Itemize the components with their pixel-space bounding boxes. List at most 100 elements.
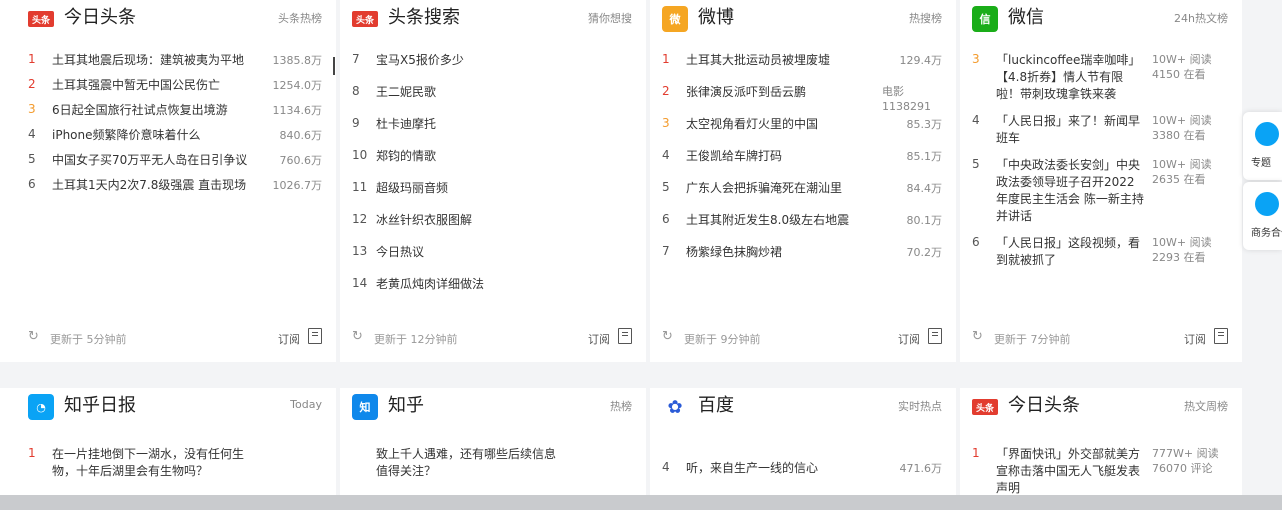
list-item[interactable]: 4 「人民日报」来了！新闻早班车 10W+ 阅读 3380 在看 (972, 113, 1228, 147)
item-title[interactable]: 宝马X5报价多少 (376, 52, 618, 69)
list-item[interactable]: 9 杜卡迪摩托 (352, 116, 632, 133)
refresh-icon[interactable]: ↻ (662, 329, 673, 344)
list-item[interactable]: 6 土耳其1天内2次7.8级强震 直击现场 1026.7万 (28, 177, 322, 194)
card-title[interactable]: 微博 (698, 5, 734, 31)
item-title[interactable]: 听，来自生产一线的信心 (686, 460, 868, 477)
subscribe-button[interactable]: 订阅 (588, 331, 610, 347)
list-item[interactable]: 1 在一片挂地倒下一湖水，没有任何生物，十年后湖里会有生物吗？ (28, 446, 322, 480)
item-metric: 10W+ 阅读 4150 在看 (1152, 53, 1212, 81)
item-title[interactable]: 土耳其1天内2次7.8级强震 直击现场 (52, 177, 248, 194)
update-time: 更新于 7分钟前 (994, 333, 1071, 346)
item-title[interactable]: 中国女子买70万平无人岛在日引争议 (52, 152, 248, 169)
card-header: ✿ 百度 实时热点 (650, 388, 956, 428)
list-item[interactable]: 7 杨紫绿色抹胸炒裙 70.2万 (662, 244, 942, 261)
article-list: 1 「界面快讯」外交部就美方宣称击落中国无人飞艇发表声明 777W+ 阅读 7607… (960, 446, 1242, 495)
list-item[interactable]: 4 王俊凯给车牌打码 85.1万 (662, 148, 942, 165)
item-title[interactable]: 「界面快讯」外交部就美方宣称击落中国无人飞艇发表声明 (996, 446, 1146, 495)
list-item[interactable]: 2 张律演反派吓到岳云鹏 电影 1138291 (662, 84, 942, 113)
card-title[interactable]: 知乎 (388, 393, 424, 419)
item-metric: 777W+ 阅读 76070 评论 (1152, 447, 1219, 475)
item-title[interactable]: iPhone频繁降价意味着什么 (52, 127, 248, 144)
list-item[interactable]: 3 「luckincoffee瑞幸咖啡」【4.8折券】情人节有限啦！带刺玫瑰拿铁来… (972, 52, 1228, 103)
list-item[interactable]: 6 土耳其附近发生8.0级左右地震 80.1万 (662, 212, 942, 229)
item-title[interactable]: 「人民日报」这段视频，看到就被抓了 (996, 235, 1146, 269)
scrollbar[interactable] (333, 57, 335, 75)
card-title[interactable]: 百度 (698, 393, 734, 419)
refresh-icon[interactable]: ↻ (352, 329, 363, 344)
list-item[interactable]: 2 土耳其强震中暂无中国公民伤亡 1254.0万 (28, 77, 322, 94)
item-title[interactable]: 「luckincoffee瑞幸咖啡」【4.8折券】情人节有限啦！带刺玫瑰拿铁来袭 (996, 52, 1146, 103)
list-item[interactable]: 12 冰丝针织衣服图解 (352, 212, 632, 229)
list-item[interactable]: 10 郑钧的情歌 (352, 148, 632, 165)
rank-number: 3 (662, 116, 670, 130)
item-title[interactable]: 太空视角看灯火里的中国 (686, 116, 868, 133)
subscribe-icon[interactable] (308, 328, 322, 344)
card-title[interactable]: 微信 (1008, 5, 1044, 31)
list-item[interactable]: 4 听，来自生产一线的信心 471.6万 (662, 460, 942, 477)
item-title[interactable]: 土耳其大批运动员被埋废墟 (686, 52, 868, 69)
subscribe-icon[interactable] (928, 328, 942, 344)
list-item[interactable]: 7 宝马X5报价多少 (352, 52, 632, 69)
item-title[interactable]: 杜卡迪摩托 (376, 116, 618, 133)
subscribe-button[interactable]: 订阅 (898, 331, 920, 347)
side-button-topic[interactable]: 专题 (1243, 112, 1282, 180)
item-title[interactable]: 「中央政法委长安剑」中央政法委领导班子召开2022年度民主生活会 陈一新主持并讲… (996, 157, 1146, 225)
subscribe-button[interactable]: 订阅 (278, 331, 300, 347)
hot-list: 致上千人遇难，还有哪些后续信息值得关注？ (340, 446, 646, 480)
subscribe-icon[interactable] (618, 328, 632, 344)
update-time: 更新于 5分钟前 (50, 333, 127, 346)
list-item[interactable]: 1 「界面快讯」外交部就美方宣称击落中国无人飞艇发表声明 777W+ 阅读 7607… (972, 446, 1228, 495)
item-metric: 10W+ 阅读 2635 在看 (1152, 158, 1212, 186)
list-item[interactable]: 5 中国女子买70万平无人岛在日引争议 760.6万 (28, 152, 322, 169)
list-item[interactable]: 致上千人遇难，还有哪些后续信息值得关注？ (352, 446, 632, 480)
card-title[interactable]: 今日头条 (64, 5, 136, 31)
item-title[interactable]: 致上千人遇难，还有哪些后续信息值得关注？ (376, 446, 558, 480)
list-item[interactable]: 1 土耳其地震后现场：建筑被夷为平地 1385.8万 (28, 52, 322, 69)
list-item[interactable]: 3 6日起全国旅行社试点恢复出境游 1134.6万 (28, 102, 322, 119)
rank-number: 4 (662, 148, 670, 162)
item-title[interactable]: 杨紫绿色抹胸炒裙 (686, 244, 868, 261)
card-title[interactable]: 今日头条 (1008, 393, 1080, 419)
item-title[interactable]: 今日热议 (376, 244, 618, 261)
refresh-icon[interactable]: ↻ (28, 329, 39, 344)
item-title[interactable]: 土耳其地震后现场：建筑被夷为平地 (52, 52, 248, 69)
item-title[interactable]: 6日起全国旅行社试点恢复出境游 (52, 102, 248, 119)
item-metric: 84.4万 (906, 182, 943, 195)
list-item[interactable]: 3 太空视角看灯火里的中国 85.3万 (662, 116, 942, 133)
list-item[interactable]: 6 「人民日报」这段视频，看到就被抓了 10W+ 阅读 2293 在看 (972, 235, 1228, 269)
item-title[interactable]: 张律演反派吓到岳云鹏 (686, 84, 868, 101)
card-title[interactable]: 知乎日报 (64, 393, 136, 419)
list-item[interactable]: 14 老黄瓜炖肉详细做法 (352, 276, 632, 293)
item-title[interactable]: 在一片挂地倒下一湖水，没有任何生物，十年后湖里会有生物吗？ (52, 446, 248, 480)
list-item[interactable]: 5 广东人会把拆骗淹死在潮汕里 84.4万 (662, 180, 942, 197)
refresh-icon[interactable]: ↻ (972, 329, 983, 344)
item-title[interactable]: 郑钧的情歌 (376, 148, 618, 165)
rank-number: 2 (28, 77, 36, 91)
subscribe-icon[interactable] (1214, 328, 1228, 344)
item-title[interactable]: 老黄瓜炖肉详细做法 (376, 276, 618, 293)
list-item[interactable]: 5 「中央政法委长安剑」中央政法委领导班子召开2022年度民主生活会 陈一新主持并… (972, 157, 1228, 225)
rank-number: 13 (352, 244, 368, 258)
item-title[interactable]: 广东人会把拆骗淹死在潮汕里 (686, 180, 868, 197)
card-weibo: 微 微博 热搜榜 1 土耳其大批运动员被埋废墟 129.4万 2 张律演反派吓到岳云鹏电… (650, 0, 956, 362)
list-item[interactable]: 4 iPhone频繁降价意味着什么 840.6万 (28, 127, 322, 144)
item-title[interactable]: 土耳其附近发生8.0级左右地震 (686, 212, 868, 229)
item-title[interactable]: 王俊凯给车牌打码 (686, 148, 868, 165)
topic-icon (1255, 122, 1279, 146)
card-subtitle: 热榜 (610, 400, 632, 413)
item-title[interactable]: 土耳其强震中暂无中国公民伤亡 (52, 77, 248, 94)
item-title[interactable]: 王二妮民歌 (376, 84, 618, 101)
item-metric: 70.2万 (906, 246, 943, 259)
list-item[interactable]: 11 超级玛丽音频 (352, 180, 632, 197)
rank-number: 2 (662, 84, 670, 98)
card-title[interactable]: 头条搜索 (388, 5, 460, 31)
subscribe-button[interactable]: 订阅 (1184, 331, 1206, 347)
item-title[interactable]: 超级玛丽音频 (376, 180, 618, 197)
list-item[interactable]: 8 王二妮民歌 (352, 84, 632, 101)
side-button-business[interactable]: 商务合作 (1243, 182, 1282, 250)
item-title[interactable]: 「人民日报」来了！新闻早班车 (996, 113, 1146, 147)
item-title[interactable]: 冰丝针织衣服图解 (376, 212, 618, 229)
list-item[interactable]: 1 土耳其大批运动员被埋废墟 129.4万 (662, 52, 942, 69)
list-item[interactable]: 13 今日热议 (352, 244, 632, 261)
bottom-scrollbar[interactable] (0, 495, 1282, 510)
